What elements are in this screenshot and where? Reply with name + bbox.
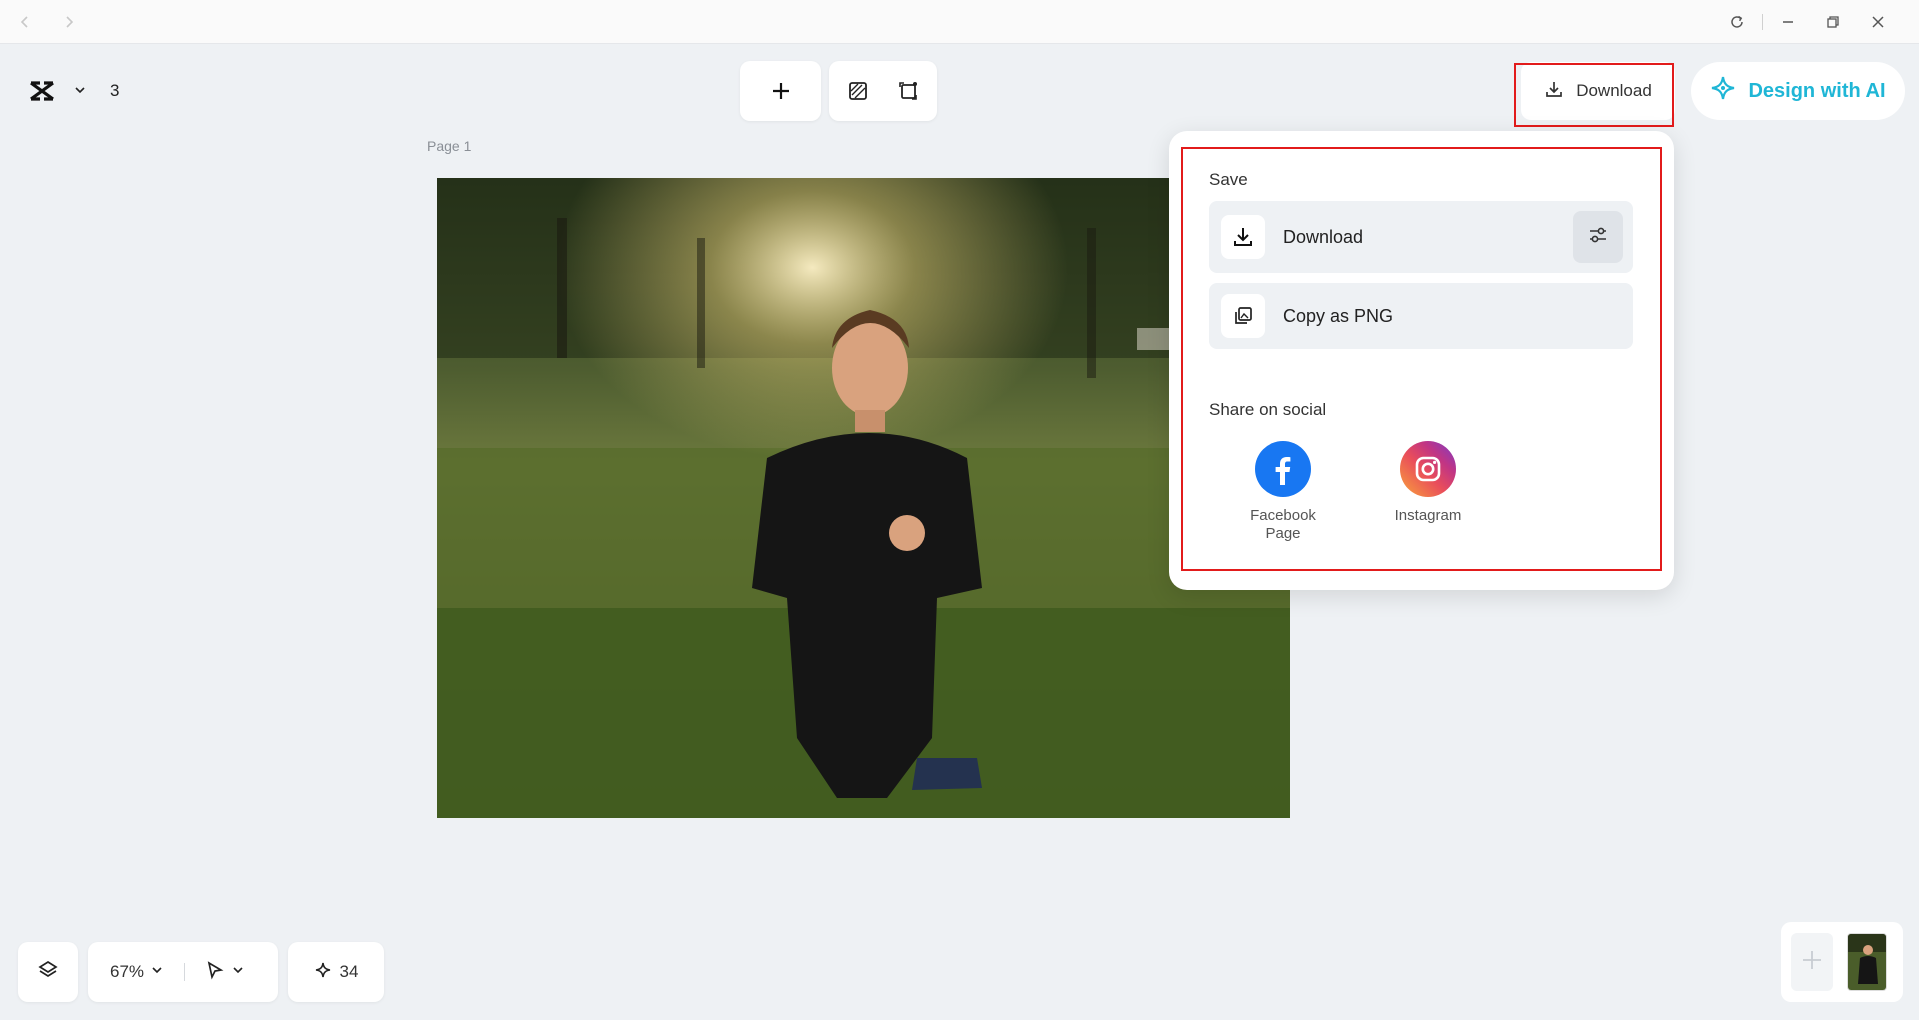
download-icon xyxy=(1544,79,1564,104)
copy-as-png-option[interactable]: Copy as PNG xyxy=(1209,283,1633,349)
refresh-icon[interactable] xyxy=(1726,11,1748,33)
download-panel: Save Download Copy as PNG Share on socia… xyxy=(1169,131,1674,590)
chevron-down-icon[interactable] xyxy=(73,83,87,102)
zoom-chevron-down-icon[interactable] xyxy=(150,963,164,982)
resize-icon[interactable] xyxy=(894,77,922,105)
background-remove-icon[interactable] xyxy=(844,77,872,105)
forward-arrow-icon[interactable] xyxy=(58,11,80,33)
restore-icon[interactable] xyxy=(1822,11,1844,33)
facebook-icon xyxy=(1255,441,1311,497)
instagram-icon xyxy=(1400,441,1456,497)
download-option-label: Download xyxy=(1283,226,1364,247)
layers-card xyxy=(18,942,78,1002)
divider xyxy=(184,963,186,981)
edit-tools-card xyxy=(829,61,937,121)
facebook-page-label: Facebook Page xyxy=(1250,507,1316,543)
page-count: 3 xyxy=(110,81,120,100)
pointer-icon[interactable] xyxy=(205,960,225,985)
download-button-label: Download xyxy=(1576,81,1652,100)
window-titlebar xyxy=(0,0,1919,44)
facebook-label-line1: Facebook xyxy=(1250,507,1316,524)
minimize-icon[interactable] xyxy=(1777,11,1799,33)
ai-sparkle-icon xyxy=(1710,75,1736,107)
instagram-label-text: Instagram xyxy=(1394,507,1462,524)
save-section-title: Save xyxy=(1209,170,1248,189)
page-thumbnail[interactable] xyxy=(1847,933,1887,991)
page-thumbnails xyxy=(1781,922,1903,1002)
download-button[interactable]: Download xyxy=(1521,62,1675,120)
add-icon[interactable] xyxy=(767,77,795,105)
share-section-title: Share on social xyxy=(1209,400,1327,419)
facebook-page-share[interactable]: Facebook Page xyxy=(1228,441,1338,543)
design-with-ai-label: Design with AI xyxy=(1748,79,1886,102)
sparkle-icon xyxy=(314,961,332,984)
credits-count: 34 xyxy=(339,962,359,981)
instagram-share[interactable]: Instagram xyxy=(1373,441,1483,525)
titlebar-separator xyxy=(1762,14,1763,30)
capcut-logo-icon xyxy=(28,79,56,108)
page-label: Page 1 xyxy=(427,138,472,154)
back-arrow-icon[interactable] xyxy=(14,11,36,33)
ai-credits-button[interactable]: 34 xyxy=(288,942,384,1002)
design-with-ai-button[interactable]: Design with AI xyxy=(1691,62,1905,120)
instagram-label: Instagram xyxy=(1395,507,1462,525)
add-page-icon xyxy=(1800,948,1824,977)
add-page-button[interactable] xyxy=(1791,933,1833,991)
facebook-label-line2: Page xyxy=(1265,525,1301,542)
pointer-chevron-down-icon[interactable] xyxy=(231,963,245,982)
sliders-icon xyxy=(1587,224,1609,251)
copy-image-icon xyxy=(1221,294,1265,338)
add-tool-card xyxy=(740,61,821,121)
project-menu[interactable]: 3 xyxy=(18,62,136,120)
zoom-level[interactable]: 67% xyxy=(110,962,144,982)
download-option[interactable]: Download xyxy=(1209,201,1633,273)
copy-as-png-label: Copy as PNG xyxy=(1283,305,1394,326)
layers-icon[interactable] xyxy=(37,959,59,986)
download-option-icon xyxy=(1221,215,1265,259)
zoom-pointer-card: 67% xyxy=(88,942,278,1002)
canvas-photo[interactable] xyxy=(437,178,1290,818)
close-icon[interactable] xyxy=(1867,11,1889,33)
download-settings-button[interactable] xyxy=(1573,211,1623,263)
